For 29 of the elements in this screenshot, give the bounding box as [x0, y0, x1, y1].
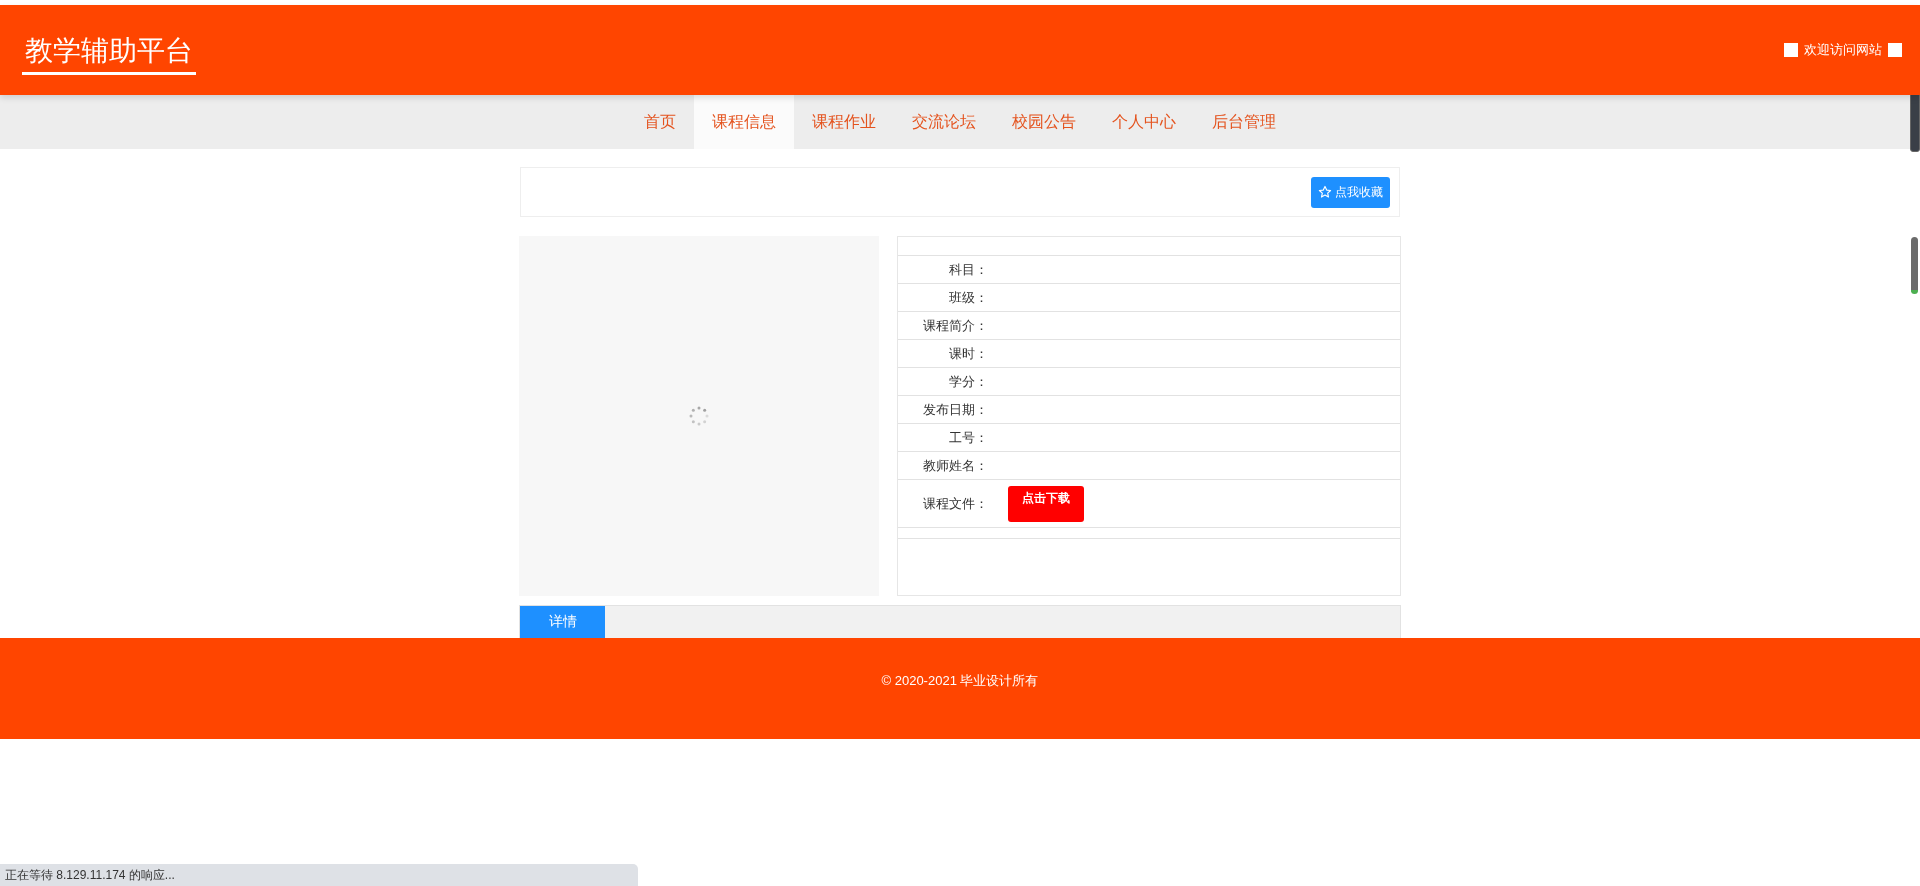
download-button[interactable]: 点击下载: [1008, 485, 1084, 522]
scroll-indicator[interactable]: [1910, 92, 1920, 152]
field-label: 班级：: [948, 288, 988, 307]
field-label: 课时：: [948, 344, 988, 363]
favorite-button[interactable]: 点我收藏: [1311, 176, 1390, 208]
nav-tab[interactable]: 课程信息: [694, 95, 794, 149]
copyright-text: © 2020-2021 毕业设计所有: [881, 672, 1039, 690]
nav-tab[interactable]: 个人中心: [1094, 95, 1194, 149]
star-icon: [1318, 185, 1332, 199]
field-label: 课程简介：: [922, 316, 988, 335]
site-title[interactable]: 教学辅助平台: [22, 31, 196, 75]
field-label: 工号：: [948, 428, 988, 447]
detail-tab[interactable]: 详情: [520, 606, 605, 638]
field-label: 学分：: [948, 372, 988, 391]
nav-tab[interactable]: 交流论坛: [894, 95, 994, 149]
scrollbar-thumb[interactable]: [1911, 237, 1918, 294]
field-label: 课程文件：: [922, 494, 988, 513]
status-text: 正在等待 8.129.11.174 的响应...: [5, 866, 175, 884]
nav-tab[interactable]: 首页: [626, 95, 694, 149]
nav-tab[interactable]: 后台管理: [1194, 95, 1294, 149]
welcome-text: 欢迎访问网站: [1804, 41, 1882, 59]
nav-tab[interactable]: 校园公告: [994, 95, 1094, 149]
field-label: 科目：: [948, 260, 988, 279]
nav-tab[interactable]: 课程作业: [794, 95, 894, 149]
spinner-icon: [687, 404, 711, 428]
square-icon: [1784, 43, 1798, 57]
square-icon: [1888, 43, 1902, 57]
field-label: 教师姓名：: [922, 456, 988, 475]
field-label: 发布日期：: [922, 400, 988, 419]
